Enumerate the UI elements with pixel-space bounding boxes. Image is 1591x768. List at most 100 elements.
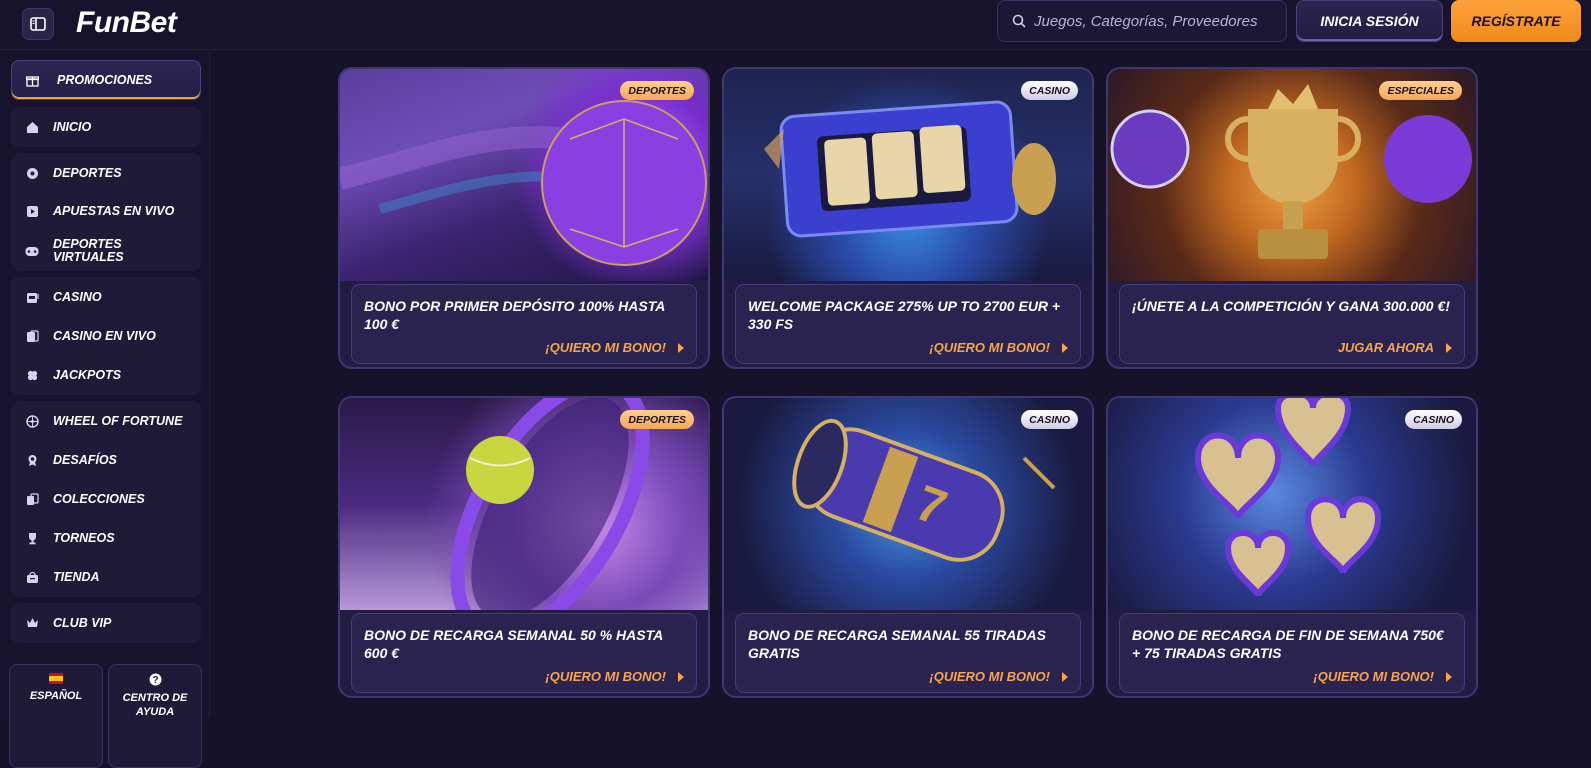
- promo-card[interactable]: DEPORTES BONO DE RECARGA SEMANAL 50 % HA…: [338, 396, 710, 698]
- promo-info-panel: BONO DE RECARGA DE FIN DE SEMANA 750€ + …: [1119, 613, 1465, 693]
- slot-machine-icon: [25, 290, 39, 304]
- top-bar: FunBet INICIA SESIÓN REGÍSTRATE: [0, 0, 1591, 50]
- search-icon: [1012, 14, 1026, 28]
- sidebar-item-casino[interactable]: CASINO: [11, 277, 201, 317]
- sidebar-item-label: DEPORTES: [53, 165, 122, 180]
- play-arrow-icon: [1446, 342, 1452, 353]
- help-icon: ?: [149, 673, 161, 686]
- promo-card[interactable]: CASINO WELCOME PACKAGE 275% UP TO 2700 E…: [722, 67, 1094, 369]
- sidebar-item-club-vip[interactable]: CLUB VIP: [11, 603, 201, 643]
- promo-title: BONO DE RECARGA SEMANAL 55 TIRADAS GRATI…: [748, 627, 1046, 661]
- sidebar-item-label: TIENDA: [53, 569, 100, 584]
- login-button[interactable]: INICIA SESIÓN: [1296, 0, 1443, 42]
- category-badge: DEPORTES: [620, 410, 694, 429]
- play-arrow-icon: [1062, 342, 1068, 353]
- soccer-ball-artwork: [340, 69, 708, 281]
- promo-title: BONO POR PRIMER DEPÓSITO 100% HASTA 100 …: [364, 298, 665, 332]
- promo-card[interactable]: DEPORTES BONO POR PRIMER DEPÓSITO 100% H…: [338, 67, 710, 369]
- sidebar-item-label: DESAFÍOS: [53, 452, 117, 467]
- category-badge: CASINO: [1021, 410, 1078, 429]
- promo-title: ¡ÚNETE A LA COMPETICIÓN Y GANA 300.000 €…: [1132, 298, 1450, 314]
- language-selector[interactable]: ESPAÑOL: [9, 664, 103, 768]
- category-badge: DEPORTES: [620, 81, 694, 100]
- language-label: ESPAÑOL: [29, 690, 83, 702]
- cta-label: ¡QUIERO MI BONO!: [929, 340, 1050, 355]
- sidebar-item-label: CASINO EN VIVO: [53, 328, 156, 343]
- sidebar: PROMOCIONES INICIO DEPORTES APUESTAS EN …: [0, 51, 210, 768]
- crown-icon: [25, 616, 39, 630]
- sidebar-item-label: APUESTAS EN VIVO: [53, 203, 175, 218]
- sidebar-item-colecciones[interactable]: COLECCIONES: [11, 479, 201, 519]
- sidebar-item-label: CASINO: [53, 289, 102, 304]
- shop-icon: [25, 570, 39, 584]
- slot-machine-artwork: [724, 69, 1092, 281]
- promo-title: WELCOME PACKAGE 275% UP TO 2700 EUR + 33…: [748, 298, 1061, 332]
- nav-group-extras: WHEEL OF FORTUNE DESAFÍOS COLECCIONES TO…: [11, 401, 201, 597]
- search-input[interactable]: [1034, 12, 1274, 30]
- promo-cta-button[interactable]: JUGAR AHORA: [1338, 340, 1452, 355]
- promo-info-panel: ¡ÚNETE A LA COMPETICIÓN Y GANA 300.000 €…: [1119, 284, 1465, 364]
- sidebar-item-promociones[interactable]: PROMOCIONES: [11, 60, 201, 100]
- category-badge: CASINO: [1021, 81, 1078, 100]
- soccer-ball-icon: [25, 166, 39, 180]
- gift-icon: [26, 75, 39, 87]
- sidebar-item-label: WHEEL OF FORTUNE: [53, 413, 183, 428]
- home-icon: [25, 120, 39, 134]
- promo-card[interactable]: 7 CASINO BONO DE RECARGA SEMANAL 55 TIRA…: [722, 396, 1094, 698]
- nav-group-sports: DEPORTES APUESTAS EN VIVO DEPORTES VIRTU…: [11, 153, 201, 271]
- sidebar-item-desafios[interactable]: DESAFÍOS: [11, 440, 201, 480]
- slot-reel-artwork: 7: [724, 398, 1092, 610]
- cta-label: ¡QUIERO MI BONO!: [929, 669, 1050, 684]
- promo-info-panel: BONO DE RECARGA SEMANAL 50 % HASTA 600 €…: [351, 613, 697, 693]
- sidebar-item-deportes-virtuales[interactable]: DEPORTES VIRTUALES: [11, 231, 201, 271]
- promo-info-panel: WELCOME PACKAGE 275% UP TO 2700 EUR + 33…: [735, 284, 1081, 364]
- category-badge: ESPECIALES: [1379, 81, 1462, 100]
- register-button[interactable]: REGÍSTRATE: [1451, 0, 1581, 42]
- spain-flag-icon: [49, 673, 63, 684]
- live-play-icon: [25, 204, 39, 218]
- collection-cards-icon: [25, 492, 39, 506]
- sidebar-item-tienda[interactable]: TIENDA: [11, 557, 201, 597]
- sidebar-item-label: INICIO: [53, 119, 92, 134]
- sidebar-item-label: PROMOCIONES: [57, 73, 153, 87]
- hearts-artwork: [1108, 398, 1476, 610]
- sidebar-toggle-icon: [30, 17, 46, 31]
- sidebar-item-label: CLUB VIP: [53, 615, 112, 630]
- wheel-icon: [25, 414, 39, 428]
- play-arrow-icon: [1446, 671, 1452, 682]
- sidebar-item-wheel-of-fortune[interactable]: WHEEL OF FORTUNE: [11, 401, 201, 441]
- play-arrow-icon: [1062, 671, 1068, 682]
- help-label: CENTRO DE AYUDA: [122, 692, 188, 718]
- sidebar-item-deportes[interactable]: DEPORTES: [11, 153, 201, 193]
- funbet-logo[interactable]: FunBet: [76, 6, 177, 40]
- cta-label: ¡QUIERO MI BONO!: [545, 340, 666, 355]
- promo-card[interactable]: CASINO BONO DE RECARGA DE FIN DE SEMANA …: [1106, 396, 1478, 698]
- promo-title: BONO DE RECARGA DE FIN DE SEMANA 750€ + …: [1132, 627, 1444, 661]
- sidebar-item-label: COLECCIONES: [53, 491, 145, 506]
- cards-icon: [25, 329, 39, 343]
- promo-info-panel: BONO POR PRIMER DEPÓSITO 100% HASTA 100 …: [351, 284, 697, 364]
- promo-cta-button[interactable]: ¡QUIERO MI BONO!: [929, 340, 1068, 355]
- promo-cta-button[interactable]: ¡QUIERO MI BONO!: [1313, 669, 1452, 684]
- svg-text:?: ?: [152, 675, 158, 686]
- search-bar[interactable]: [997, 0, 1287, 42]
- help-center-button[interactable]: ? CENTRO DE AYUDA: [108, 664, 202, 768]
- promo-cta-button[interactable]: ¡QUIERO MI BONO!: [929, 669, 1068, 684]
- promo-card[interactable]: ESPECIALES ¡ÚNETE A LA COMPETICIÓN Y GAN…: [1106, 67, 1478, 369]
- sidebar-item-label: DEPORTES VIRTUALES: [53, 237, 124, 264]
- sidebar-item-jackpots[interactable]: JACKPOTS: [11, 355, 201, 395]
- promo-cta-button[interactable]: ¡QUIERO MI BONO!: [545, 340, 684, 355]
- nav-group-vip: CLUB VIP: [11, 603, 201, 643]
- sidebar-toggle-button[interactable]: [22, 8, 54, 40]
- promo-cta-button[interactable]: ¡QUIERO MI BONO!: [545, 669, 684, 684]
- gamepad-icon: [25, 244, 39, 258]
- trophy-icon: [25, 531, 39, 545]
- category-badge: CASINO: [1405, 410, 1462, 429]
- sidebar-item-inicio[interactable]: INICIO: [11, 107, 201, 147]
- medal-icon: [25, 453, 39, 467]
- play-arrow-icon: [678, 671, 684, 682]
- sidebar-item-casino-en-vivo[interactable]: CASINO EN VIVO: [11, 316, 201, 356]
- sidebar-item-torneos[interactable]: TORNEOS: [11, 518, 201, 558]
- sidebar-item-apuestas-en-vivo[interactable]: APUESTAS EN VIVO: [11, 191, 201, 231]
- promo-title: BONO DE RECARGA SEMANAL 50 % HASTA 600 €: [364, 627, 663, 661]
